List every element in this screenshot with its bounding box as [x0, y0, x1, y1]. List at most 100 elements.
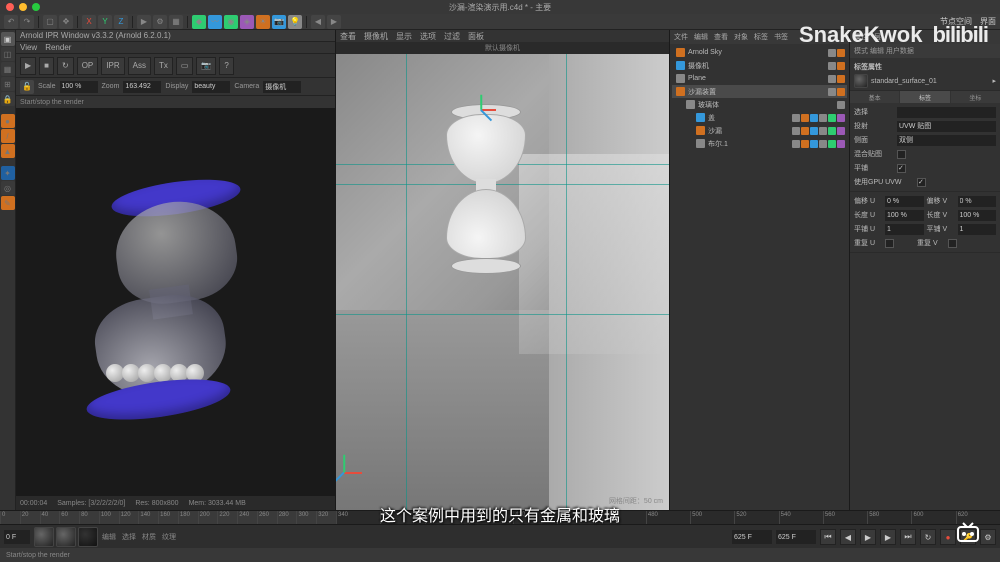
- visibility-dot-icon[interactable]: [792, 127, 800, 135]
- attr-gpu-checkbox[interactable]: [917, 178, 926, 187]
- spline-icon[interactable]: 〰: [208, 15, 222, 29]
- object-row[interactable]: 玻璃体: [672, 98, 847, 111]
- viewport-solo-icon[interactable]: ◎: [1, 181, 15, 195]
- object-tag-icon[interactable]: [810, 140, 818, 148]
- node-space-tab[interactable]: 节点空间: [940, 16, 972, 27]
- viewport-axis-widget[interactable]: [344, 472, 374, 502]
- move-tool-icon[interactable]: ✥: [59, 15, 73, 29]
- ipr-ipr-button[interactable]: IPR: [101, 57, 124, 75]
- ipr-ass-button[interactable]: Ass: [128, 57, 151, 75]
- ipr-camera-select[interactable]: [263, 81, 301, 93]
- axis-y-toggle[interactable]: Y: [98, 15, 112, 29]
- object-tag-icon[interactable]: [819, 127, 827, 135]
- obj-tab-file[interactable]: 文件: [674, 32, 688, 42]
- vp-menu-filter[interactable]: 过滤: [444, 31, 460, 42]
- edges-mode-icon[interactable]: /: [1, 129, 15, 143]
- mat-tab-edit[interactable]: 编辑: [102, 532, 116, 542]
- goto-end-button[interactable]: ⏭: [900, 529, 916, 545]
- attr-repu-checkbox[interactable]: [885, 239, 894, 248]
- locked-icon[interactable]: 🔒: [1, 92, 15, 106]
- attr-tilev-input[interactable]: [958, 224, 997, 235]
- ipr-help-button[interactable]: ?: [219, 57, 233, 75]
- material-link-icon[interactable]: ▸: [992, 77, 996, 85]
- attr-offu-input[interactable]: [885, 196, 924, 207]
- snap-icon[interactable]: ⊞: [1, 77, 15, 91]
- obj-tab-edit[interactable]: 编辑: [694, 32, 708, 42]
- object-tag-icon[interactable]: [837, 49, 845, 57]
- object-row[interactable]: 沙漏: [672, 124, 847, 137]
- ipr-menu-render[interactable]: Render: [45, 43, 71, 52]
- ipr-quality-select[interactable]: [192, 81, 230, 93]
- ipr-zoom-input[interactable]: [123, 81, 161, 93]
- object-row[interactable]: Plane: [672, 72, 847, 85]
- attr-selection-input[interactable]: [897, 107, 996, 118]
- ipr-play-button[interactable]: ▶: [20, 57, 36, 75]
- object-row[interactable]: 布尔.1: [672, 137, 847, 150]
- obj-tab-view[interactable]: 查看: [714, 32, 728, 42]
- attr-tab-tag[interactable]: 标签: [900, 91, 949, 103]
- object-tag-icon[interactable]: [810, 127, 818, 135]
- obj-tab-tags[interactable]: 标签: [754, 32, 768, 42]
- close-window-button[interactable]: [6, 3, 14, 11]
- ipr-lock-icon[interactable]: 🔓: [20, 80, 34, 94]
- ipr-refresh-button[interactable]: ↻: [57, 57, 74, 75]
- history-next-icon[interactable]: ▶: [327, 15, 341, 29]
- ipr-tx-button[interactable]: Tx: [154, 57, 173, 75]
- ipr-op-button[interactable]: OP: [77, 57, 99, 75]
- material-slot-3[interactable]: [78, 527, 98, 547]
- maximize-window-button[interactable]: [32, 3, 40, 11]
- attr-repv-checkbox[interactable]: [948, 239, 957, 248]
- attr-tab-attributes[interactable]: 属性: [854, 32, 868, 42]
- ipr-snapshot-button[interactable]: 📷: [196, 57, 216, 75]
- redo-icon[interactable]: ↷: [20, 15, 34, 29]
- object-tag-icon[interactable]: [837, 127, 845, 135]
- primitive-icon[interactable]: ◆: [192, 15, 206, 29]
- play-button[interactable]: ▶: [860, 529, 876, 545]
- select-tool-icon[interactable]: ▢: [43, 15, 57, 29]
- ipr-scale-input[interactable]: [60, 81, 98, 93]
- ipr-stop-button[interactable]: ■: [39, 57, 54, 75]
- autokey-button[interactable]: 🔑: [960, 529, 976, 545]
- workplane-icon[interactable]: ▦: [1, 62, 15, 76]
- attr-tab-coord[interactable]: 坐标: [951, 91, 1000, 103]
- frame-current-input[interactable]: [732, 530, 772, 544]
- object-tag-icon[interactable]: [828, 127, 836, 135]
- timeline-ruler[interactable]: 0204060801001201401601802002202402602803…: [0, 511, 1000, 525]
- obj-tab-object[interactable]: 对象: [734, 32, 748, 42]
- minimize-window-button[interactable]: [19, 3, 27, 11]
- visibility-dot-icon[interactable]: [792, 114, 800, 122]
- ipr-crop-button[interactable]: ▭: [176, 57, 194, 75]
- frame-end-input[interactable]: [776, 530, 816, 544]
- tweak-mode-icon[interactable]: ✎: [1, 196, 15, 210]
- record-button[interactable]: ●: [940, 529, 956, 545]
- object-tag-icon[interactable]: [837, 62, 845, 70]
- object-tag-icon[interactable]: [801, 127, 809, 135]
- axis-mode-icon[interactable]: ✦: [1, 166, 15, 180]
- visibility-dot-icon[interactable]: [828, 62, 836, 70]
- deformer-icon[interactable]: ◈: [240, 15, 254, 29]
- vp-menu-camera[interactable]: 摄像机: [364, 31, 388, 42]
- material-slot-1[interactable]: [34, 527, 54, 547]
- mat-tab-material[interactable]: 材质: [142, 532, 156, 542]
- vp-menu-options[interactable]: 选项: [420, 31, 436, 42]
- object-tag-icon[interactable]: [819, 114, 827, 122]
- mat-tab-texture[interactable]: 纹理: [162, 532, 176, 542]
- vp-menu-view[interactable]: 查看: [340, 31, 356, 42]
- object-row[interactable]: 摄像机: [672, 59, 847, 72]
- object-tag-icon[interactable]: [801, 114, 809, 122]
- object-tag-icon[interactable]: [837, 88, 845, 96]
- object-row[interactable]: 沙漏装置: [672, 85, 847, 98]
- history-prev-icon[interactable]: ◀: [311, 15, 325, 29]
- object-row[interactable]: Arnold Sky: [672, 46, 847, 59]
- object-tag-icon[interactable]: [837, 75, 845, 83]
- material-name[interactable]: standard_surface_01: [871, 78, 989, 85]
- visibility-dot-icon[interactable]: [828, 88, 836, 96]
- object-tag-icon[interactable]: [801, 140, 809, 148]
- environment-icon[interactable]: ☀: [256, 15, 270, 29]
- material-preview-icon[interactable]: [854, 74, 868, 88]
- picture-viewer-icon[interactable]: ▦: [169, 15, 183, 29]
- visibility-dot-icon[interactable]: [828, 49, 836, 57]
- object-tag-icon[interactable]: [837, 114, 845, 122]
- render-settings-icon[interactable]: ⚙: [153, 15, 167, 29]
- prev-frame-button[interactable]: ◀: [840, 529, 856, 545]
